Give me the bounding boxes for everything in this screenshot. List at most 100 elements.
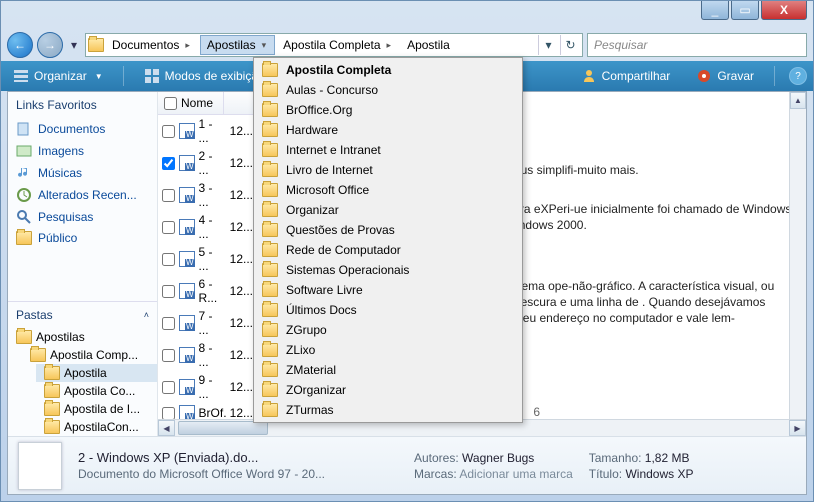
search-icon xyxy=(16,209,32,225)
folder-icon xyxy=(88,38,104,52)
word-doc-icon xyxy=(179,187,195,203)
burn-icon xyxy=(696,68,712,84)
file-row[interactable]: 6 - R... 12... xyxy=(158,275,257,307)
details-filename: 2 - Windows XP (Enviada).do... xyxy=(78,450,398,465)
row-checkbox[interactable] xyxy=(162,407,175,420)
dropdown-item[interactable]: Microsoft Office xyxy=(256,180,520,200)
row-checkbox[interactable] xyxy=(162,253,175,266)
vertical-scrollbar[interactable]: ▲ ▼ xyxy=(789,92,806,436)
chevron-right-icon[interactable]: ▸ xyxy=(385,40,394,51)
dropdown-item[interactable]: ZTurmas xyxy=(256,400,520,420)
breadcrumb-apostilas[interactable]: Apostilas▾ xyxy=(200,35,275,55)
row-checkbox[interactable] xyxy=(162,381,175,394)
file-row[interactable]: 1 - ...12... xyxy=(158,115,257,147)
dropdown-item[interactable]: Hardware xyxy=(256,120,520,140)
sidebar-item-publico[interactable]: Público xyxy=(8,228,157,248)
folder-icon xyxy=(262,123,278,137)
dropdown-item[interactable]: Software Livre xyxy=(256,280,520,300)
folder-icon xyxy=(262,103,278,117)
minimize-button[interactable]: _ xyxy=(701,1,729,20)
address-bar[interactable]: Documentos▸ Apostilas▾ Apostila Completa… xyxy=(85,33,583,57)
row-checkbox[interactable] xyxy=(162,221,175,234)
dropdown-item[interactable]: Rede de Computador xyxy=(256,240,520,260)
row-checkbox[interactable] xyxy=(162,125,175,138)
row-checkbox[interactable] xyxy=(162,157,175,170)
sidebar-item-musicas[interactable]: Músicas xyxy=(8,162,157,184)
file-row[interactable]: 5 - ...12... xyxy=(158,243,257,275)
close-button[interactable]: X xyxy=(761,1,807,20)
help-button[interactable]: ? xyxy=(789,67,807,85)
sidebar-item-pesquisas[interactable]: Pesquisas xyxy=(8,206,157,228)
col-name[interactable]: Nome xyxy=(158,92,224,114)
share-button[interactable]: Compartilhar xyxy=(575,65,677,87)
back-button[interactable]: ← xyxy=(7,32,33,58)
share-icon xyxy=(581,68,597,84)
file-date: 12... xyxy=(230,156,253,170)
sidebar-item-recent[interactable]: Alterados Recen... xyxy=(8,184,157,206)
dropdown-item[interactable]: Questões de Provas xyxy=(256,220,520,240)
tree-item[interactable]: ApostilaCon... xyxy=(36,418,157,436)
dropdown-item[interactable]: Últimos Docs xyxy=(256,300,520,320)
file-row[interactable]: 3 - ...12... xyxy=(158,179,257,211)
word-doc-icon xyxy=(179,251,195,267)
dropdown-item[interactable]: Aulas - Concurso xyxy=(256,80,520,100)
tree-item[interactable]: Apostila de I... xyxy=(36,400,157,418)
dropdown-item[interactable]: BrOffice.Org xyxy=(256,100,520,120)
dropdown-item[interactable]: Livro de Internet xyxy=(256,160,520,180)
file-row[interactable]: 2 - ...12... xyxy=(158,147,257,179)
details-pane: 2 - Windows XP (Enviada).do... Documento… xyxy=(8,436,806,494)
file-row[interactable]: 9 - ...12... xyxy=(158,371,257,403)
folder-icon xyxy=(262,343,278,357)
address-dropdown-icon[interactable]: ▾ xyxy=(538,35,558,55)
file-name: 6 - R... xyxy=(199,277,226,305)
tree-apostila-completa[interactable]: Apostila Comp... xyxy=(22,346,157,364)
burn-button[interactable]: Gravar xyxy=(690,65,760,87)
breadcrumb-documentos[interactable]: Documentos▸ xyxy=(106,36,198,54)
file-row[interactable]: 4 - ...12... xyxy=(158,211,257,243)
row-checkbox[interactable] xyxy=(162,189,175,202)
scroll-left-icon[interactable]: ◀ xyxy=(158,420,175,436)
folders-header[interactable]: Pastas˄ xyxy=(8,301,157,328)
scroll-right-icon[interactable]: ▶ xyxy=(789,420,806,436)
column-headers: Nome xyxy=(158,92,257,115)
chevron-down-icon[interactable]: ▾ xyxy=(260,40,269,51)
chevron-right-icon[interactable]: ▸ xyxy=(183,40,192,51)
sidebar-item-imagens[interactable]: Imagens xyxy=(8,140,157,162)
dropdown-item[interactable]: Organizar xyxy=(256,200,520,220)
file-name: 1 - ... xyxy=(199,117,226,145)
nav-history-dropdown[interactable]: ▾ xyxy=(67,35,81,55)
dropdown-item[interactable]: ZLixo xyxy=(256,340,520,360)
row-checkbox[interactable] xyxy=(162,317,175,330)
refresh-icon[interactable]: ↻ xyxy=(560,35,580,55)
file-name: 8 - ... xyxy=(199,341,226,369)
recent-icon xyxy=(16,187,32,203)
sidebar-item-documentos[interactable]: Documentos xyxy=(8,118,157,140)
search-input[interactable]: Pesquisar xyxy=(587,33,807,57)
file-row[interactable]: 7 - ...12... xyxy=(158,307,257,339)
dropdown-item[interactable]: ZMaterial xyxy=(256,360,520,380)
row-checkbox[interactable] xyxy=(162,285,175,298)
select-all-checkbox[interactable] xyxy=(164,97,177,110)
tree-apostilas[interactable]: Apostilas xyxy=(8,328,157,346)
row-checkbox[interactable] xyxy=(162,349,175,362)
scroll-up-icon[interactable]: ▲ xyxy=(790,92,806,109)
tree-item[interactable]: Apostila Co... xyxy=(36,382,157,400)
explorer-window: _ ▭ X ← → ▾ Documentos▸ Apostilas▾ Apost… xyxy=(0,0,814,502)
file-row[interactable]: 8 - ...12... xyxy=(158,339,257,371)
dropdown-item[interactable]: ZOrganizar xyxy=(256,380,520,400)
file-date: 12... xyxy=(230,406,253,420)
breadcrumb-apostila[interactable]: Apostila xyxy=(401,36,456,54)
folder-icon xyxy=(262,223,278,237)
organize-button[interactable]: Organizar▼ xyxy=(7,65,109,87)
scroll-thumb[interactable] xyxy=(178,421,268,435)
tree-apostila[interactable]: Apostila xyxy=(36,364,157,382)
dropdown-item[interactable]: Sistemas Operacionais xyxy=(256,260,520,280)
details-filetype: Documento do Microsoft Office Word 97 - … xyxy=(78,467,398,481)
maximize-button[interactable]: ▭ xyxy=(731,1,759,20)
breadcrumb-apostila-completa[interactable]: Apostila Completa▸ xyxy=(277,36,399,54)
forward-button[interactable]: → xyxy=(37,32,63,58)
dropdown-item[interactable]: Apostila Completa xyxy=(256,60,520,80)
file-date: 12... xyxy=(230,284,253,298)
dropdown-item[interactable]: Internet e Intranet xyxy=(256,140,520,160)
dropdown-item[interactable]: ZGrupo xyxy=(256,320,520,340)
